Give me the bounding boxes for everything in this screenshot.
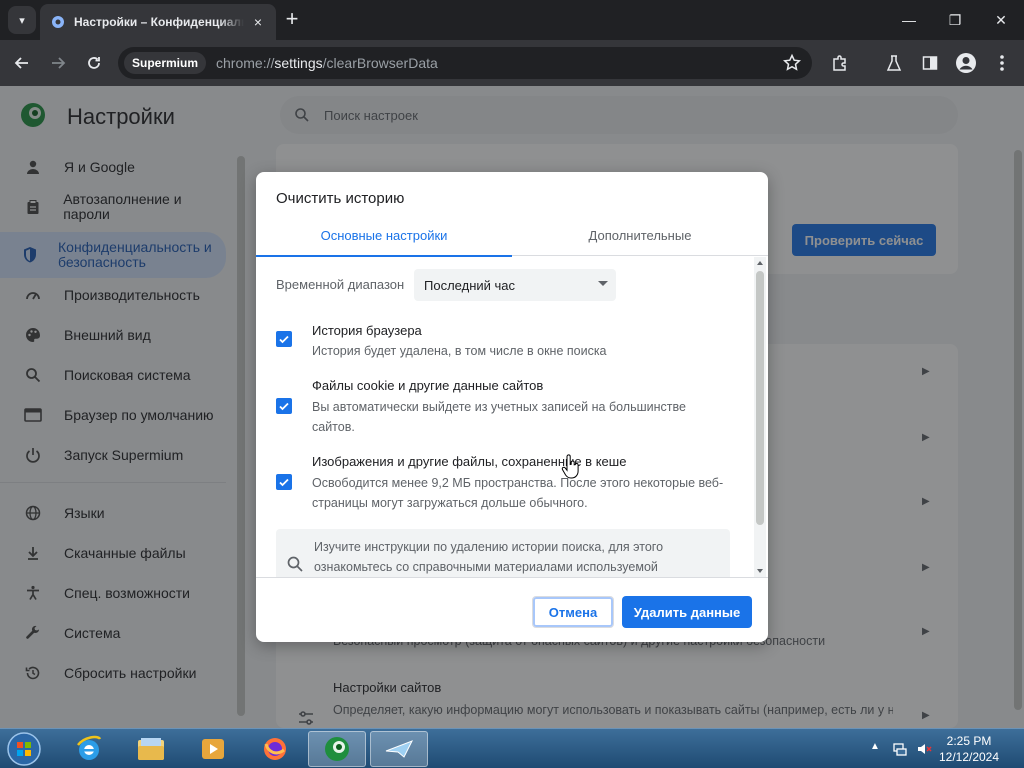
firefox-icon xyxy=(264,738,286,760)
puzzle-icon xyxy=(833,55,846,71)
address-bar[interactable]: Supermium chrome://settings/clearBrowser… xyxy=(118,47,812,79)
side-panel-button[interactable] xyxy=(916,49,944,77)
forward-button[interactable] xyxy=(44,49,72,77)
clock-time: 2:25 PM xyxy=(946,734,992,748)
checkmark-icon xyxy=(279,402,289,411)
reload-icon xyxy=(88,57,100,69)
dialog-scrollbar[interactable] xyxy=(754,257,766,577)
media-player-icon xyxy=(202,739,224,759)
url-text[interactable]: chrome://settings/clearBrowserData xyxy=(216,55,438,71)
browser-toolbar: Supermium chrome://settings/clearBrowser… xyxy=(0,40,1024,86)
cookies-checkbox[interactable] xyxy=(276,398,292,414)
dialog-tabs: Основные настройки Дополнительные xyxy=(256,224,768,257)
paper-plane-icon xyxy=(385,740,414,758)
menu-button[interactable] xyxy=(988,49,1016,77)
arrow-right-icon xyxy=(52,57,66,69)
info-text: Изучите инструкции по удалению истории п… xyxy=(314,540,664,574)
bookmark-star-icon[interactable] xyxy=(782,53,802,73)
time-range-select[interactable]: Последний час xyxy=(414,269,616,301)
windows-orb-icon xyxy=(7,732,41,766)
scrollbar-thumb[interactable] xyxy=(756,271,764,525)
browsing-history-checkbox[interactable] xyxy=(276,331,292,347)
tab-title: Настройки – Конфиденциальность и безопас… xyxy=(74,15,244,29)
option-title: История браузера xyxy=(312,323,422,338)
supermium-icon xyxy=(325,737,349,761)
taskbar-media-player[interactable] xyxy=(184,731,242,767)
option-desc: История будет удалена, в том числе в окн… xyxy=(312,344,607,358)
scroll-down-icon[interactable] xyxy=(757,569,763,573)
checkmark-icon xyxy=(279,335,289,344)
labs-button[interactable] xyxy=(880,49,908,77)
folder-icon xyxy=(138,738,164,760)
start-button[interactable] xyxy=(4,730,44,768)
back-button[interactable] xyxy=(8,49,36,77)
reload-button[interactable] xyxy=(80,49,108,77)
taskbar-explorer[interactable] xyxy=(122,731,180,767)
tab-search-button[interactable]: ▾ xyxy=(8,6,36,34)
maximize-button[interactable]: ❐ xyxy=(932,6,978,34)
option-title: Файлы cookie и другие данные сайтов xyxy=(312,378,544,393)
side-panel-icon xyxy=(922,56,938,70)
new-tab-button[interactable]: + xyxy=(280,8,304,32)
cancel-button[interactable]: Отмена xyxy=(532,596,614,628)
clock-date: 12/12/2024 xyxy=(938,750,1000,764)
tab-settings[interactable]: Настройки – Конфиденциальность и безопас… xyxy=(40,4,276,40)
minimize-button[interactable]: — xyxy=(886,6,932,34)
show-hidden-icons[interactable]: ▲ xyxy=(870,741,886,757)
option-desc: Вы автоматически выйдете из учетных запи… xyxy=(312,400,686,434)
settings-gear-icon xyxy=(52,16,64,28)
kebab-menu-icon xyxy=(1000,55,1004,71)
scroll-up-icon[interactable] xyxy=(757,261,763,265)
taskbar-firefox[interactable] xyxy=(246,731,304,767)
profile-button[interactable] xyxy=(952,49,980,77)
option-desc: Освободится менее 9,2 МБ пространства. П… xyxy=(312,476,724,510)
tab-advanced[interactable]: Дополнительные xyxy=(512,224,768,256)
dropdown-caret-icon xyxy=(598,281,608,286)
dialog-title: Очистить историю xyxy=(276,190,405,207)
volume-muted-icon[interactable] xyxy=(916,741,932,757)
internet-explorer-icon xyxy=(77,735,102,760)
taskbar-ie[interactable] xyxy=(60,731,118,767)
tab-strip: ▾ Настройки – Конфиденциальность и безоп… xyxy=(0,0,1024,40)
network-icon[interactable] xyxy=(892,741,908,757)
checkmark-icon xyxy=(279,478,289,487)
tab-close-icon[interactable]: × xyxy=(250,14,266,30)
time-range-label: Временной диапазон xyxy=(276,277,405,292)
flask-icon xyxy=(886,55,902,71)
clear-browsing-data-dialog: Очистить историю Основные настройки Допо… xyxy=(256,172,768,642)
search-history-info: Изучите инструкции по удалению истории п… xyxy=(276,529,730,577)
extensions-button[interactable] xyxy=(826,49,854,77)
windows-taskbar: ▲ 2:25 PM 12/12/2024 xyxy=(0,728,1024,768)
taskbar-supermium[interactable] xyxy=(308,731,366,767)
dialog-body: Временной диапазон Последний час История… xyxy=(256,257,756,577)
hand-cursor-icon xyxy=(561,454,579,479)
delete-data-button[interactable]: Удалить данные xyxy=(622,596,752,628)
tab-basic[interactable]: Основные настройки xyxy=(256,224,512,257)
avatar-icon xyxy=(956,53,976,73)
system-clock[interactable]: 2:25 PM 12/12/2024 xyxy=(934,733,1004,765)
dialog-divider xyxy=(256,577,768,578)
arrow-left-icon xyxy=(14,57,28,69)
search-icon xyxy=(287,556,303,572)
close-window-button[interactable]: ✕ xyxy=(978,6,1024,34)
time-range-value: Последний час xyxy=(424,277,516,293)
chevron-down-icon: ▾ xyxy=(19,14,25,27)
taskbar-app[interactable] xyxy=(370,731,428,767)
site-chip[interactable]: Supermium xyxy=(124,52,207,74)
cached-images-checkbox[interactable] xyxy=(276,474,292,490)
